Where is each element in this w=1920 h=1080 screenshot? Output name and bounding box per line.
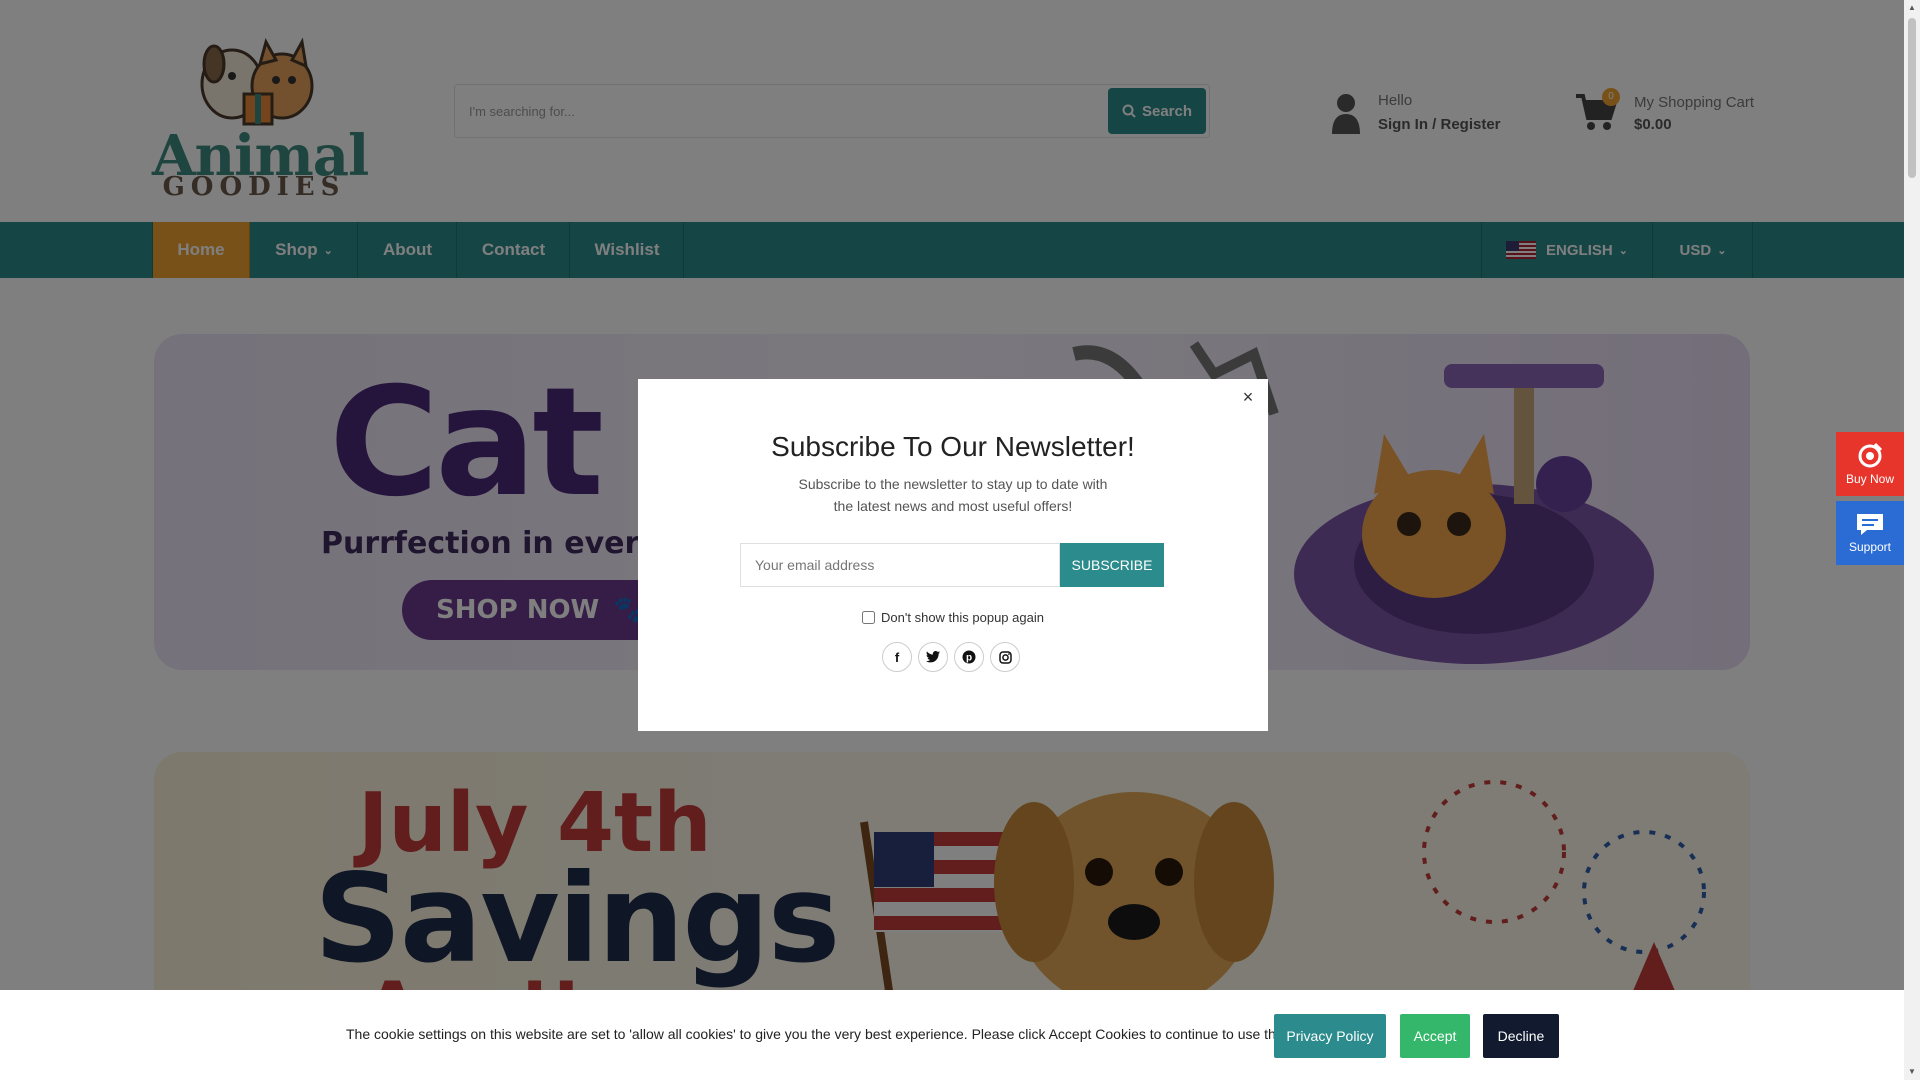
facebook-icon[interactable]: f <box>882 642 912 672</box>
buy-now-button[interactable]: Buy Now <box>1836 432 1904 496</box>
page-scrollbar[interactable]: ▲ ▼ <box>1904 0 1920 1080</box>
privacy-policy-button[interactable]: Privacy Policy <box>1274 1014 1386 1058</box>
dont-show-again-checkbox[interactable] <box>862 611 876 624</box>
cookie-message: The cookie settings on this website are … <box>346 1026 1314 1042</box>
support-button[interactable]: Support <box>1836 501 1904 565</box>
pinterest-icon[interactable]: p <box>954 642 984 672</box>
scroll-up-arrow-icon[interactable]: ▲ <box>1907 3 1917 13</box>
buy-now-label: Buy Now <box>1845 472 1895 486</box>
support-label: Support <box>1848 540 1892 554</box>
decline-cookies-button[interactable]: Decline <box>1483 1014 1559 1058</box>
dont-show-again-option[interactable]: Don't show this popup again <box>638 610 1268 625</box>
scroll-down-arrow-icon[interactable]: ▼ <box>1907 1067 1917 1077</box>
popup-description: Subscribe to the newsletter to stay up t… <box>798 476 1108 514</box>
scrollbar-thumb[interactable] <box>1908 18 1916 178</box>
newsletter-popup: × Subscribe To Our Newsletter! Subscribe… <box>638 379 1268 731</box>
newsletter-form: SUBSCRIBE <box>740 543 1164 587</box>
subscribe-button[interactable]: SUBSCRIBE <box>1060 543 1164 587</box>
dont-show-again-label: Don't show this popup again <box>881 610 1044 625</box>
close-icon[interactable]: × <box>1238 387 1258 407</box>
popup-title: Subscribe To Our Newsletter! <box>771 431 1135 462</box>
instagram-icon[interactable] <box>990 642 1020 672</box>
email-field[interactable] <box>740 543 1060 587</box>
twitter-icon[interactable] <box>918 642 948 672</box>
svg-text:p: p <box>966 653 972 664</box>
chat-icon <box>1857 514 1883 535</box>
social-links: f p <box>882 642 1020 672</box>
buy-now-icon <box>1858 442 1883 468</box>
accept-cookies-button[interactable]: Accept <box>1400 1014 1470 1058</box>
cookie-consent-bar: The cookie settings on this website are … <box>0 990 1904 1080</box>
